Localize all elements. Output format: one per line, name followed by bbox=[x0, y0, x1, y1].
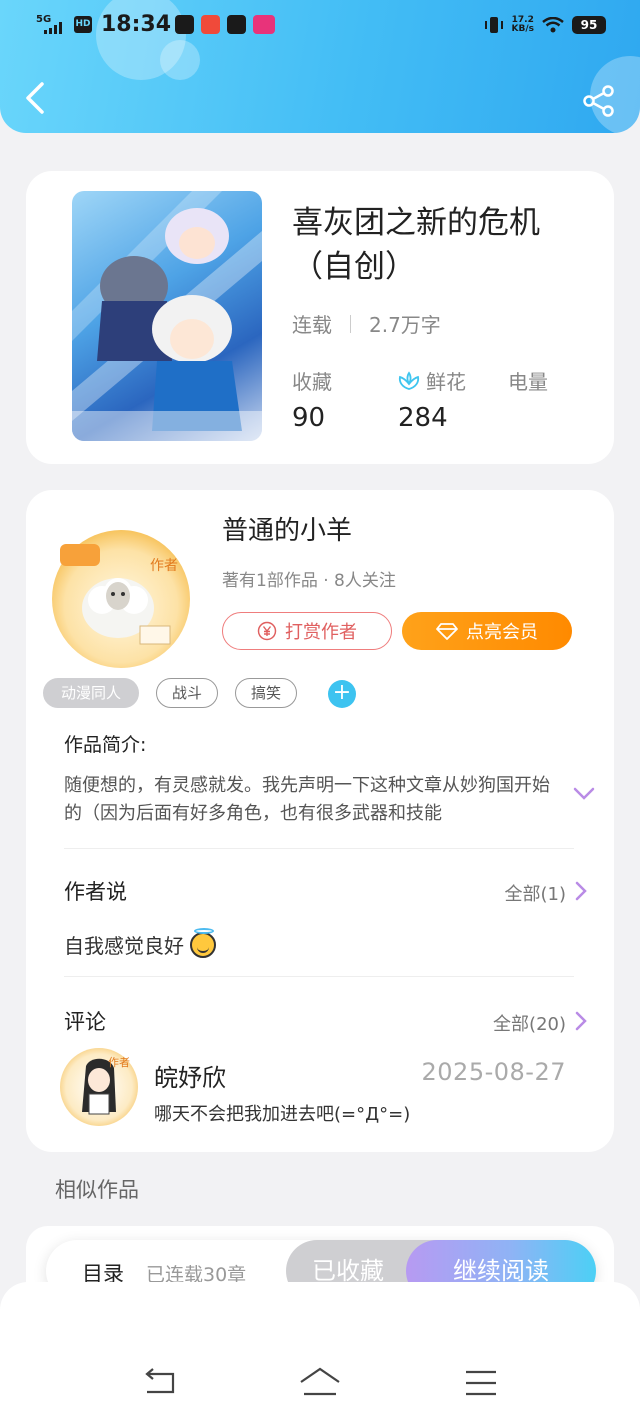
sheep-avatar: 作者 bbox=[60, 544, 178, 645]
vip-label: 点亮会员 bbox=[466, 622, 538, 643]
vip-button[interactable]: 点亮会员 bbox=[402, 612, 572, 650]
status-time: 18:34 bbox=[101, 12, 172, 37]
author-meta: 著有1部作品 · 8人关注 bbox=[222, 571, 396, 591]
app-notification-icon bbox=[227, 15, 246, 34]
stat-power-label[interactable]: 电量 bbox=[508, 366, 548, 395]
tag-anime-fan[interactable]: 动漫同人 bbox=[43, 678, 139, 708]
vibrate-icon bbox=[484, 17, 503, 33]
book-title: 喜灰团之新的危机（自创） bbox=[292, 205, 540, 285]
word-count: 2.7万字 bbox=[369, 313, 441, 337]
signal-icon bbox=[44, 22, 62, 34]
intro-heading: 作品简介: bbox=[64, 734, 147, 756]
comment-text[interactable]: 哪天不会把我加进去吧(=°Д°=) bbox=[154, 1100, 410, 1126]
tag-battle[interactable]: 战斗 bbox=[156, 678, 218, 708]
author-says-text: 自我感觉良好 bbox=[64, 928, 217, 959]
tip-author-button[interactable]: 打赏作者 bbox=[222, 612, 392, 650]
hd-badge: HD bbox=[74, 16, 92, 33]
battery-indicator: 95 bbox=[572, 16, 606, 34]
stat-flowers-label: 鲜花 bbox=[426, 370, 466, 394]
commenter-avatar[interactable]: 作者 bbox=[60, 1048, 138, 1126]
diamond-icon bbox=[436, 623, 458, 640]
author-avatar[interactable]: 作者 bbox=[52, 530, 190, 668]
stat-favorites-value: 90 bbox=[292, 403, 326, 433]
net-speed-unit: KB/s bbox=[511, 24, 534, 34]
system-nav-bar bbox=[0, 1282, 640, 1422]
author-says-all-link[interactable]: 全部(1) bbox=[505, 880, 567, 906]
commenter-avatar-image: 作者 bbox=[82, 1056, 130, 1115]
chevron-right-icon[interactable] bbox=[574, 880, 588, 902]
similar-works-heading: 相似作品 bbox=[55, 1178, 139, 1202]
chevron-down-icon[interactable] bbox=[572, 786, 596, 802]
wifi-icon bbox=[542, 17, 564, 33]
app-notification-icon bbox=[253, 15, 275, 34]
flower-icon bbox=[398, 370, 420, 390]
comments-all-link[interactable]: 全部(20) bbox=[493, 1010, 566, 1036]
tip-author-label: 打赏作者 bbox=[285, 622, 357, 643]
share-icon[interactable] bbox=[582, 84, 616, 118]
stat-flowers-value: 284 bbox=[398, 403, 448, 433]
chevron-left-icon[interactable] bbox=[22, 80, 50, 116]
status-right: 17.2 KB/s 95 bbox=[484, 16, 606, 34]
svg-text:作者: 作者 bbox=[150, 558, 178, 574]
add-tag-button[interactable]: + bbox=[328, 680, 356, 708]
author-says-heading: 作者说 bbox=[64, 880, 127, 904]
author-name[interactable]: 普通的小羊 bbox=[222, 510, 352, 547]
author-says-message: 自我感觉良好 bbox=[64, 934, 184, 958]
details-card: 作者 普通的小羊 著有1部作品 · 8人关注 打赏作者 点亮会员 动漫同人 战斗… bbox=[26, 490, 614, 1152]
home-icon[interactable] bbox=[299, 1366, 341, 1400]
yen-icon bbox=[257, 621, 277, 641]
book-cover[interactable] bbox=[72, 191, 262, 441]
header: 5G HD 18:34 17.2 KB/s 95 bbox=[0, 0, 640, 133]
divider bbox=[64, 848, 574, 849]
menu-icon[interactable] bbox=[460, 1366, 502, 1400]
cover-illustration bbox=[72, 191, 262, 441]
divider bbox=[64, 976, 574, 977]
comments-heading: 评论 bbox=[64, 1010, 106, 1034]
stat-favorites-label: 收藏 bbox=[292, 370, 332, 394]
chevron-right-icon[interactable] bbox=[574, 1010, 588, 1032]
commenter-name[interactable]: 皖妤欣 bbox=[154, 1058, 226, 1093]
status-bar: 5G HD 18:34 17.2 KB/s 95 bbox=[0, 0, 640, 52]
app-notification-icon bbox=[175, 15, 194, 34]
book-status-row: 连载 2.7万字 bbox=[292, 309, 441, 338]
divider bbox=[350, 314, 351, 333]
smile-halo-emoji-icon bbox=[190, 928, 217, 958]
stat-flowers[interactable]: 鲜花 bbox=[398, 366, 466, 395]
app-notification-icon bbox=[201, 15, 220, 34]
comment-date: 2025-08-27 bbox=[421, 1058, 566, 1086]
intro-text: 随便想的，有灵感就发。我先声明一下这种文章从妙狗国开始的（因为后面有好多角色，也… bbox=[64, 775, 550, 824]
tag-funny[interactable]: 搞笑 bbox=[235, 678, 297, 708]
serial-status: 连载 bbox=[292, 313, 332, 337]
svg-text:作者: 作者 bbox=[108, 1056, 130, 1069]
back-arrow-icon[interactable] bbox=[139, 1366, 181, 1400]
book-info-card: 喜灰团之新的危机（自创） 连载 2.7万字 收藏 90 鲜花 284 电量 bbox=[26, 171, 614, 464]
